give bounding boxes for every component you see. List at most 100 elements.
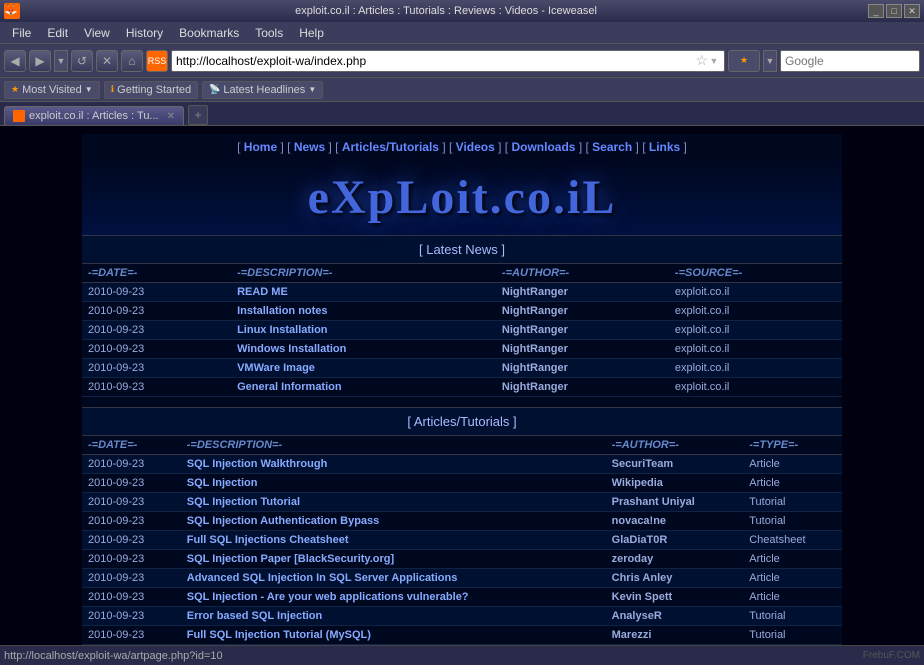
art-desc[interactable]: SQL Injection Paper [BlackSecurity.org] — [181, 550, 606, 569]
menu-edit[interactable]: Edit — [39, 24, 76, 42]
news-desc[interactable]: Linux Installation — [231, 321, 496, 340]
news-date: 2010-09-23 — [82, 378, 231, 397]
news-row[interactable]: 2010-09-23 Installation notes NightRange… — [82, 302, 842, 321]
article-row[interactable]: 2010-09-23 SQL Injection Tutorial Prasha… — [82, 493, 842, 512]
art-author: Chris Anley — [606, 569, 744, 588]
window-title: exploit.co.il : Articles : Tutorials : R… — [24, 5, 868, 17]
info-icon: ℹ — [111, 84, 114, 95]
url-dropdown[interactable]: ▼ — [708, 50, 720, 72]
menu-bookmarks[interactable]: Bookmarks — [171, 24, 247, 42]
news-source: exploit.co.il — [669, 340, 842, 359]
news-date: 2010-09-23 — [82, 340, 231, 359]
bookmark-most-visited[interactable]: ★ Most Visited ▼ — [4, 81, 100, 99]
news-desc[interactable]: Installation notes — [231, 302, 496, 321]
news-date: 2010-09-23 — [82, 283, 231, 302]
art-type: Cheatsheet — [743, 531, 842, 550]
search-bar[interactable]: 🔍 — [780, 50, 920, 72]
close-button[interactable]: ✕ — [904, 4, 920, 18]
art-desc[interactable]: SQL Injection - Are your web application… — [181, 588, 606, 607]
bookmark-star-icon[interactable]: ☆ — [695, 52, 708, 69]
article-row[interactable]: 2010-09-23 Full SQL Injection Tutorial (… — [82, 626, 842, 645]
menu-help[interactable]: Help — [291, 24, 332, 42]
back-button[interactable]: ◀ — [4, 50, 26, 72]
stop-button[interactable]: ✕ — [96, 50, 118, 72]
history-dropdown[interactable]: ▼ — [54, 50, 68, 72]
minimize-button[interactable]: _ — [868, 4, 884, 18]
art-desc[interactable]: Advanced SQL Injection In SQL Server App… — [181, 569, 606, 588]
site-nav: [ Home ] [ News ] [ Articles/Tutorials ]… — [82, 134, 842, 160]
article-row[interactable]: 2010-09-23 SQL Injection Authentication … — [82, 512, 842, 531]
art-desc[interactable]: SQL Injection Walkthrough — [181, 455, 606, 474]
watermark: FrebuF.COM — [863, 650, 920, 661]
bookmark-headlines-dropdown-icon[interactable]: ▼ — [308, 85, 316, 94]
nav-downloads[interactable]: Downloads — [511, 140, 575, 154]
article-row[interactable]: 2010-09-23 SQL Injection Paper [BlackSec… — [82, 550, 842, 569]
bookmark-latest-headlines[interactable]: 📡 Latest Headlines ▼ — [202, 81, 323, 99]
news-date: 2010-09-23 — [82, 302, 231, 321]
article-row[interactable]: 2010-09-23 Full SQL Injections Cheatshee… — [82, 531, 842, 550]
star-icon: ★ — [11, 84, 19, 95]
news-desc[interactable]: READ ME — [231, 283, 496, 302]
art-desc[interactable]: Full SQL Injection Tutorial (MySQL) — [181, 626, 606, 645]
news-row[interactable]: 2010-09-23 Linux Installation NightRange… — [82, 321, 842, 340]
tab-main[interactable]: exploit.co.il : Articles : Tu... ✕ — [4, 106, 184, 125]
news-desc[interactable]: Windows Installation — [231, 340, 496, 359]
nav-search[interactable]: Search — [592, 140, 632, 154]
menu-tools[interactable]: Tools — [247, 24, 291, 42]
maximize-button[interactable]: □ — [886, 4, 902, 18]
article-row[interactable]: 2010-09-23 SQL Injection Wikipedia Artic… — [82, 474, 842, 493]
nav-videos[interactable]: Videos — [456, 140, 495, 154]
tab-title: exploit.co.il : Articles : Tu... — [29, 110, 159, 122]
art-type: Article — [743, 550, 842, 569]
articles-table: -=DATE=- -=DESCRIPTION=- -=AUTHOR=- -=TY… — [82, 436, 842, 645]
article-row[interactable]: 2010-09-23 Error based SQL Injection Ana… — [82, 607, 842, 626]
news-table: -=DATE=- -=DESCRIPTION=- -=AUTHOR=- -=SO… — [82, 264, 842, 397]
window-controls[interactable]: _ □ ✕ — [868, 4, 920, 18]
article-row[interactable]: 2010-09-23 SQL Injection - Are your web … — [82, 588, 842, 607]
menu-view[interactable]: View — [76, 24, 118, 42]
art-desc[interactable]: SQL Injection Authentication Bypass — [181, 512, 606, 531]
menu-history[interactable]: History — [118, 24, 171, 42]
nav-links[interactable]: Links — [649, 140, 680, 154]
news-row[interactable]: 2010-09-23 Windows Installation NightRan… — [82, 340, 842, 359]
search-input[interactable] — [785, 54, 924, 68]
art-desc[interactable]: Error based SQL Injection — [181, 607, 606, 626]
news-col-desc: -=DESCRIPTION=- — [231, 264, 496, 283]
news-col-date: -=DATE=- — [82, 264, 231, 283]
news-row[interactable]: 2010-09-23 General Information NightRang… — [82, 378, 842, 397]
article-row[interactable]: 2010-09-23 Advanced SQL Injection In SQL… — [82, 569, 842, 588]
news-row[interactable]: 2010-09-23 VMWare Image NightRanger expl… — [82, 359, 842, 378]
art-author: AnalyseR — [606, 607, 744, 626]
news-source: exploit.co.il — [669, 283, 842, 302]
nav-news[interactable]: News — [294, 140, 325, 154]
search-engine-icon[interactable]: ★ — [728, 50, 760, 72]
url-input[interactable] — [176, 54, 695, 68]
search-engine-dropdown[interactable]: ▼ — [763, 50, 777, 72]
art-desc[interactable]: SQL Injection — [181, 474, 606, 493]
bookmark-dropdown-icon[interactable]: ▼ — [85, 85, 93, 94]
news-author: NightRanger — [496, 359, 669, 378]
home-button[interactable]: ⌂ — [121, 50, 143, 72]
tab-favicon — [13, 110, 25, 122]
rss-bookmark-icon: 📡 — [209, 84, 220, 95]
art-desc[interactable]: SQL Injection Tutorial — [181, 493, 606, 512]
art-author: Kevin Spett — [606, 588, 744, 607]
news-row[interactable]: 2010-09-23 READ ME NightRanger exploit.c… — [82, 283, 842, 302]
nav-articles[interactable]: Articles/Tutorials — [342, 140, 439, 154]
rss-icon: RSS — [146, 50, 168, 72]
news-desc[interactable]: General Information — [231, 378, 496, 397]
menu-file[interactable]: File — [4, 24, 39, 42]
url-bar[interactable]: ☆ ▼ — [171, 50, 725, 72]
articles-header: [ Articles/Tutorials ] — [82, 407, 842, 436]
reload-button[interactable]: ↺ — [71, 50, 93, 72]
tab-close-button[interactable]: ✕ — [167, 111, 175, 122]
article-row[interactable]: 2010-09-23 SQL Injection Walkthrough Sec… — [82, 455, 842, 474]
bookmark-getting-started[interactable]: ℹ Getting Started — [104, 81, 198, 99]
art-author: Wikipedia — [606, 474, 744, 493]
forward-button[interactable]: ▶ — [29, 50, 51, 72]
news-desc[interactable]: VMWare Image — [231, 359, 496, 378]
nav-home[interactable]: [ Home ] — [237, 140, 284, 154]
art-date: 2010-09-23 — [82, 607, 181, 626]
art-desc[interactable]: Full SQL Injections Cheatsheet — [181, 531, 606, 550]
new-tab-button[interactable]: + — [188, 105, 208, 125]
